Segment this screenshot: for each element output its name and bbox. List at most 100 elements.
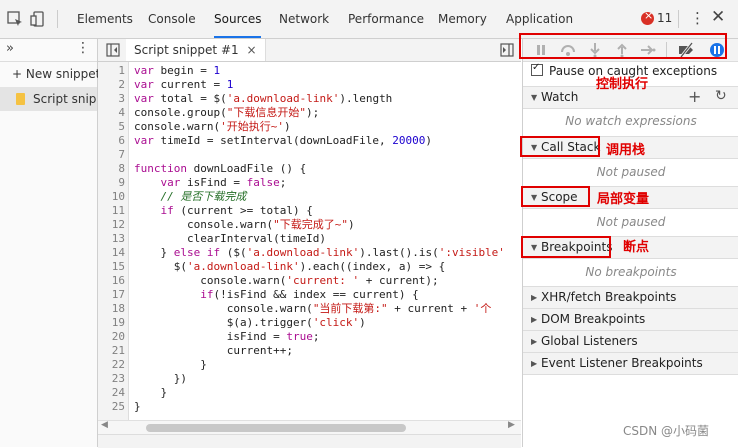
- line-number[interactable]: 23: [98, 372, 125, 386]
- code-line[interactable]: console.warn('current: ' + current);: [134, 274, 438, 288]
- tab-sources[interactable]: Sources: [214, 0, 262, 38]
- annotation-box-call-stack: [520, 136, 600, 157]
- code-line[interactable]: var current = 1: [134, 78, 233, 92]
- code-line[interactable]: console.group("下载信息开始");: [134, 106, 319, 120]
- error-count[interactable]: 11: [657, 11, 672, 25]
- scrollbar-thumb[interactable]: [146, 424, 406, 432]
- more-tabs-icon[interactable]: »: [6, 41, 14, 56]
- call-stack-empty-message: Not paused: [596, 165, 666, 179]
- navigator-header: » ⋮: [0, 39, 97, 62]
- code-line[interactable]: var timeId = setInterval(downLoadFile, 2…: [134, 134, 432, 148]
- code-line[interactable]: clearInterval(timeId): [134, 232, 326, 246]
- code-line[interactable]: console.warn("当前下载第:" + current + '个: [134, 302, 492, 316]
- line-number[interactable]: 8: [98, 162, 125, 176]
- close-devtools-icon[interactable]: ✕: [711, 8, 725, 26]
- code-line[interactable]: }: [134, 386, 167, 400]
- pause-caught-checkbox[interactable]: [531, 62, 543, 76]
- editor-status-bar: [98, 434, 521, 448]
- navigator-menu-icon[interactable]: ⋮: [76, 40, 90, 56]
- new-snippet-button[interactable]: + New snippet: [0, 62, 109, 86]
- annotation-call-stack-label: 调用栈: [606, 143, 646, 158]
- line-number[interactable]: 21: [98, 344, 125, 358]
- line-number[interactable]: 3: [98, 92, 125, 106]
- code-line[interactable]: if (current >= total) {: [134, 204, 313, 218]
- tab-memory[interactable]: Memory: [438, 0, 487, 38]
- add-watch-icon[interactable]: +: [688, 86, 701, 107]
- more-options-icon[interactable]: ⋮: [690, 9, 705, 27]
- code-line[interactable]: isFind = true;: [134, 330, 320, 344]
- line-number[interactable]: 11: [98, 204, 125, 218]
- code-line[interactable]: if(!isFind && index == current) {: [134, 288, 419, 302]
- tab-elements[interactable]: Elements: [77, 0, 133, 38]
- code-line[interactable]: console.warn('开始执行~'): [134, 120, 291, 134]
- line-number[interactable]: 13: [98, 232, 125, 246]
- line-number[interactable]: 6: [98, 134, 125, 148]
- device-toolbar-icon[interactable]: [30, 10, 48, 28]
- line-number[interactable]: 16: [98, 274, 125, 288]
- line-number[interactable]: 9: [98, 176, 125, 190]
- dom-breakpoints-section-header[interactable]: ▶ DOM Breakpoints: [523, 308, 738, 331]
- line-number[interactable]: 25: [98, 400, 125, 414]
- snippet-item-label: Script snipp: [33, 92, 97, 106]
- refresh-watch-icon[interactable]: ↻: [715, 86, 727, 107]
- watermark: CSDN @小码菌: [623, 424, 710, 438]
- toggle-debugger-icon[interactable]: [500, 43, 514, 57]
- line-number[interactable]: 10: [98, 190, 125, 204]
- annotation-controls-label: 控制执行: [596, 77, 649, 92]
- line-number[interactable]: 4: [98, 106, 125, 120]
- event-listener-breakpoints-label: Event Listener Breakpoints: [541, 356, 703, 370]
- code-line[interactable]: var total = $('a.download-link').length: [134, 92, 392, 106]
- line-number[interactable]: 12: [98, 218, 125, 232]
- annotation-scope-label: 局部变量: [597, 192, 650, 207]
- line-number[interactable]: 7: [98, 148, 125, 162]
- tab-network[interactable]: Network: [279, 0, 329, 38]
- xhr-breakpoints-section-header[interactable]: ▶ XHR/fetch Breakpoints: [523, 286, 738, 309]
- line-number[interactable]: 15: [98, 260, 125, 274]
- toggle-navigator-icon[interactable]: [106, 43, 120, 57]
- watch-section-label: Watch: [541, 90, 579, 104]
- code-line[interactable]: $(a).trigger('click'): [134, 316, 366, 330]
- code-line[interactable]: // 是否下载完成: [134, 190, 247, 204]
- horizontal-scrollbar[interactable]: ◀ ▶: [98, 420, 521, 435]
- global-listeners-section-header[interactable]: ▶ Global Listeners: [523, 330, 738, 353]
- code-line[interactable]: var begin = 1: [134, 64, 220, 78]
- code-line[interactable]: function downLoadFile () {: [134, 162, 306, 176]
- code-line[interactable]: console.warn("下载完成了~"): [134, 218, 355, 232]
- line-number[interactable]: 24: [98, 386, 125, 400]
- inspect-element-icon[interactable]: [6, 10, 24, 28]
- code-line[interactable]: var isFind = false;: [134, 176, 287, 190]
- line-number[interactable]: 22: [98, 358, 125, 372]
- line-number[interactable]: 19: [98, 316, 125, 330]
- line-number[interactable]: 2: [98, 78, 125, 92]
- annotation-box-breakpoints: [521, 236, 611, 258]
- line-number[interactable]: 1: [98, 64, 125, 78]
- code-line[interactable]: }): [134, 372, 187, 386]
- code-line[interactable]: $('a.download-link').each((index, a) => …: [134, 260, 446, 274]
- line-number[interactable]: 14: [98, 246, 125, 260]
- scope-empty-message: Not paused: [596, 215, 666, 229]
- editor-tab-bar: Script snippet #1 ×: [98, 39, 521, 62]
- line-number[interactable]: 20: [98, 330, 125, 344]
- scroll-right-icon[interactable]: ▶: [508, 420, 515, 430]
- line-number[interactable]: 5: [98, 120, 125, 134]
- snippet-list-item[interactable]: Script snipp: [0, 87, 97, 111]
- dom-breakpoints-label: DOM Breakpoints: [541, 312, 646, 326]
- tab-console[interactable]: Console: [148, 0, 196, 38]
- code-line[interactable]: }: [134, 358, 207, 372]
- scroll-left-icon[interactable]: ◀: [101, 420, 108, 430]
- code-editor[interactable]: 1 2 3 4 5 6 7 8 9 10 11 12 13 14 15 16 17 18 19 20 21 22 23 24 2…: [98, 62, 521, 420]
- tab-performance[interactable]: Performance: [348, 0, 424, 38]
- event-listener-breakpoints-section-header[interactable]: ▶ Event Listener Breakpoints: [523, 352, 738, 375]
- expand-triangle-icon: ▶: [531, 337, 538, 346]
- line-number[interactable]: 17: [98, 288, 125, 302]
- expand-triangle-icon: ▶: [531, 293, 538, 302]
- editor-tab-snippet[interactable]: Script snippet #1 ×: [126, 39, 266, 61]
- line-number[interactable]: 18: [98, 302, 125, 316]
- code-line[interactable]: }: [134, 400, 141, 414]
- toolbar-divider: [678, 10, 679, 28]
- error-icon[interactable]: ×: [641, 9, 654, 25]
- xhr-breakpoints-label: XHR/fetch Breakpoints: [541, 290, 677, 304]
- code-line[interactable]: current++;: [134, 344, 293, 358]
- close-tab-icon[interactable]: ×: [246, 43, 256, 57]
- code-line[interactable]: } else if ($('a.download-link').last().i…: [134, 246, 504, 260]
